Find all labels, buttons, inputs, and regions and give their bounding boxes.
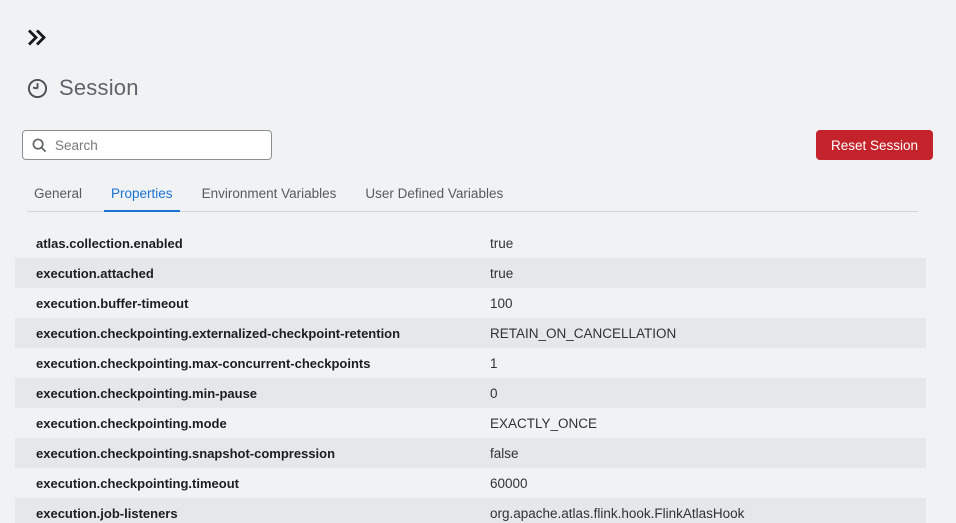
page-header: Session bbox=[27, 75, 956, 101]
tab-bar: General Properties Environment Variables Us… bbox=[27, 186, 918, 212]
tab-properties[interactable]: Properties bbox=[104, 186, 180, 212]
table-row: execution.attachedtrue bbox=[15, 258, 926, 288]
tab-environment-variables[interactable]: Environment Variables bbox=[195, 186, 344, 212]
property-value: false bbox=[490, 446, 926, 461]
property-value: 1 bbox=[490, 356, 926, 371]
tab-general[interactable]: General bbox=[27, 186, 89, 212]
property-key: execution.checkpointing.max-concurrent-c… bbox=[15, 356, 490, 371]
property-value: RETAIN_ON_CANCELLATION bbox=[490, 326, 926, 341]
table-row: execution.buffer-timeout100 bbox=[15, 288, 926, 318]
properties-table: atlas.collection.enabledtrueexecution.at… bbox=[15, 228, 926, 523]
search-input[interactable] bbox=[55, 138, 262, 153]
page-title: Session bbox=[59, 75, 139, 101]
table-row: execution.checkpointing.modeEXACTLY_ONCE bbox=[15, 408, 926, 438]
tab-user-defined-variables[interactable]: User Defined Variables bbox=[358, 186, 510, 212]
table-row: execution.checkpointing.externalized-che… bbox=[15, 318, 926, 348]
table-row: execution.checkpointing.max-concurrent-c… bbox=[15, 348, 926, 378]
table-row: execution.checkpointing.snapshot-compres… bbox=[15, 438, 926, 468]
double-chevron-right-icon bbox=[26, 27, 47, 48]
property-key: execution.buffer-timeout bbox=[15, 296, 490, 311]
property-value: 60000 bbox=[490, 476, 926, 491]
property-key: execution.checkpointing.min-pause bbox=[15, 386, 490, 401]
property-value: EXACTLY_ONCE bbox=[490, 416, 926, 431]
expand-sidebar-button[interactable] bbox=[25, 26, 47, 48]
property-value: 0 bbox=[490, 386, 926, 401]
search-icon bbox=[32, 138, 47, 153]
property-key: execution.job-listeners bbox=[15, 506, 490, 521]
property-value: true bbox=[490, 266, 926, 281]
reset-session-button[interactable]: Reset Session bbox=[816, 130, 933, 160]
property-key: execution.attached bbox=[15, 266, 490, 281]
property-key: execution.checkpointing.mode bbox=[15, 416, 490, 431]
clock-icon bbox=[27, 78, 48, 99]
property-key: atlas.collection.enabled bbox=[15, 236, 490, 251]
table-row: atlas.collection.enabledtrue bbox=[15, 228, 926, 258]
property-value: true bbox=[490, 236, 926, 251]
toolbar: Reset Session bbox=[22, 130, 933, 160]
table-row: execution.job-listenersorg.apache.atlas.… bbox=[15, 498, 926, 523]
property-key: execution.checkpointing.snapshot-compres… bbox=[15, 446, 490, 461]
table-row: execution.checkpointing.timeout60000 bbox=[15, 468, 926, 498]
search-box[interactable] bbox=[22, 130, 272, 160]
property-key: execution.checkpointing.timeout bbox=[15, 476, 490, 491]
property-value: org.apache.atlas.flink.hook.FlinkAtlasHo… bbox=[490, 506, 926, 521]
property-key: execution.checkpointing.externalized-che… bbox=[15, 326, 490, 341]
property-value: 100 bbox=[490, 296, 926, 311]
table-row: execution.checkpointing.min-pause0 bbox=[15, 378, 926, 408]
